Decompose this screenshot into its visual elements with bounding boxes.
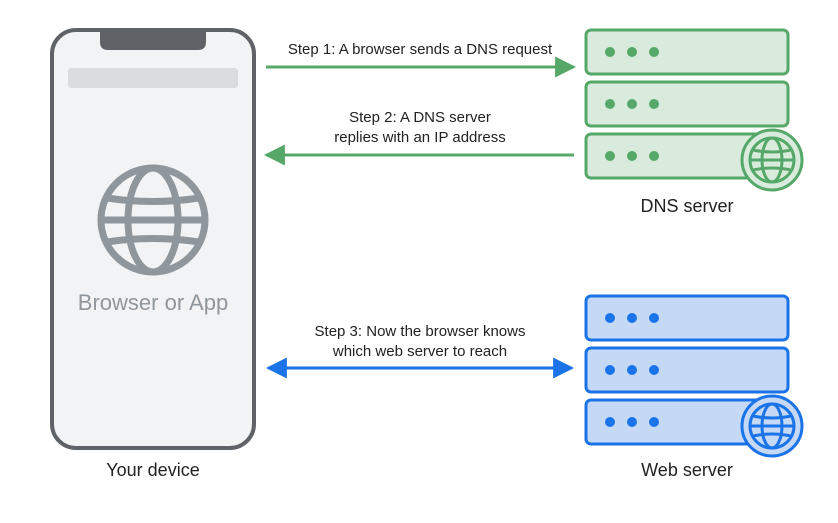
- dns-globe-icon: [742, 130, 802, 190]
- device: [52, 30, 254, 448]
- device-label: Your device: [52, 460, 254, 481]
- dns-server-label: DNS server: [586, 196, 788, 217]
- dns-server: [586, 30, 802, 190]
- dns-diagram: [0, 0, 838, 523]
- step2-text: Step 2: A DNS server replies with an IP …: [266, 108, 574, 149]
- web-server-label: Web server: [586, 460, 788, 481]
- device-app-text: Browser or App: [52, 290, 254, 316]
- step1-text: Step 1: A browser sends a DNS request: [266, 40, 574, 60]
- web-server: [586, 296, 802, 456]
- web-globe-icon: [742, 396, 802, 456]
- step3-text: Step 3: Now the browser knows which web …: [266, 322, 574, 363]
